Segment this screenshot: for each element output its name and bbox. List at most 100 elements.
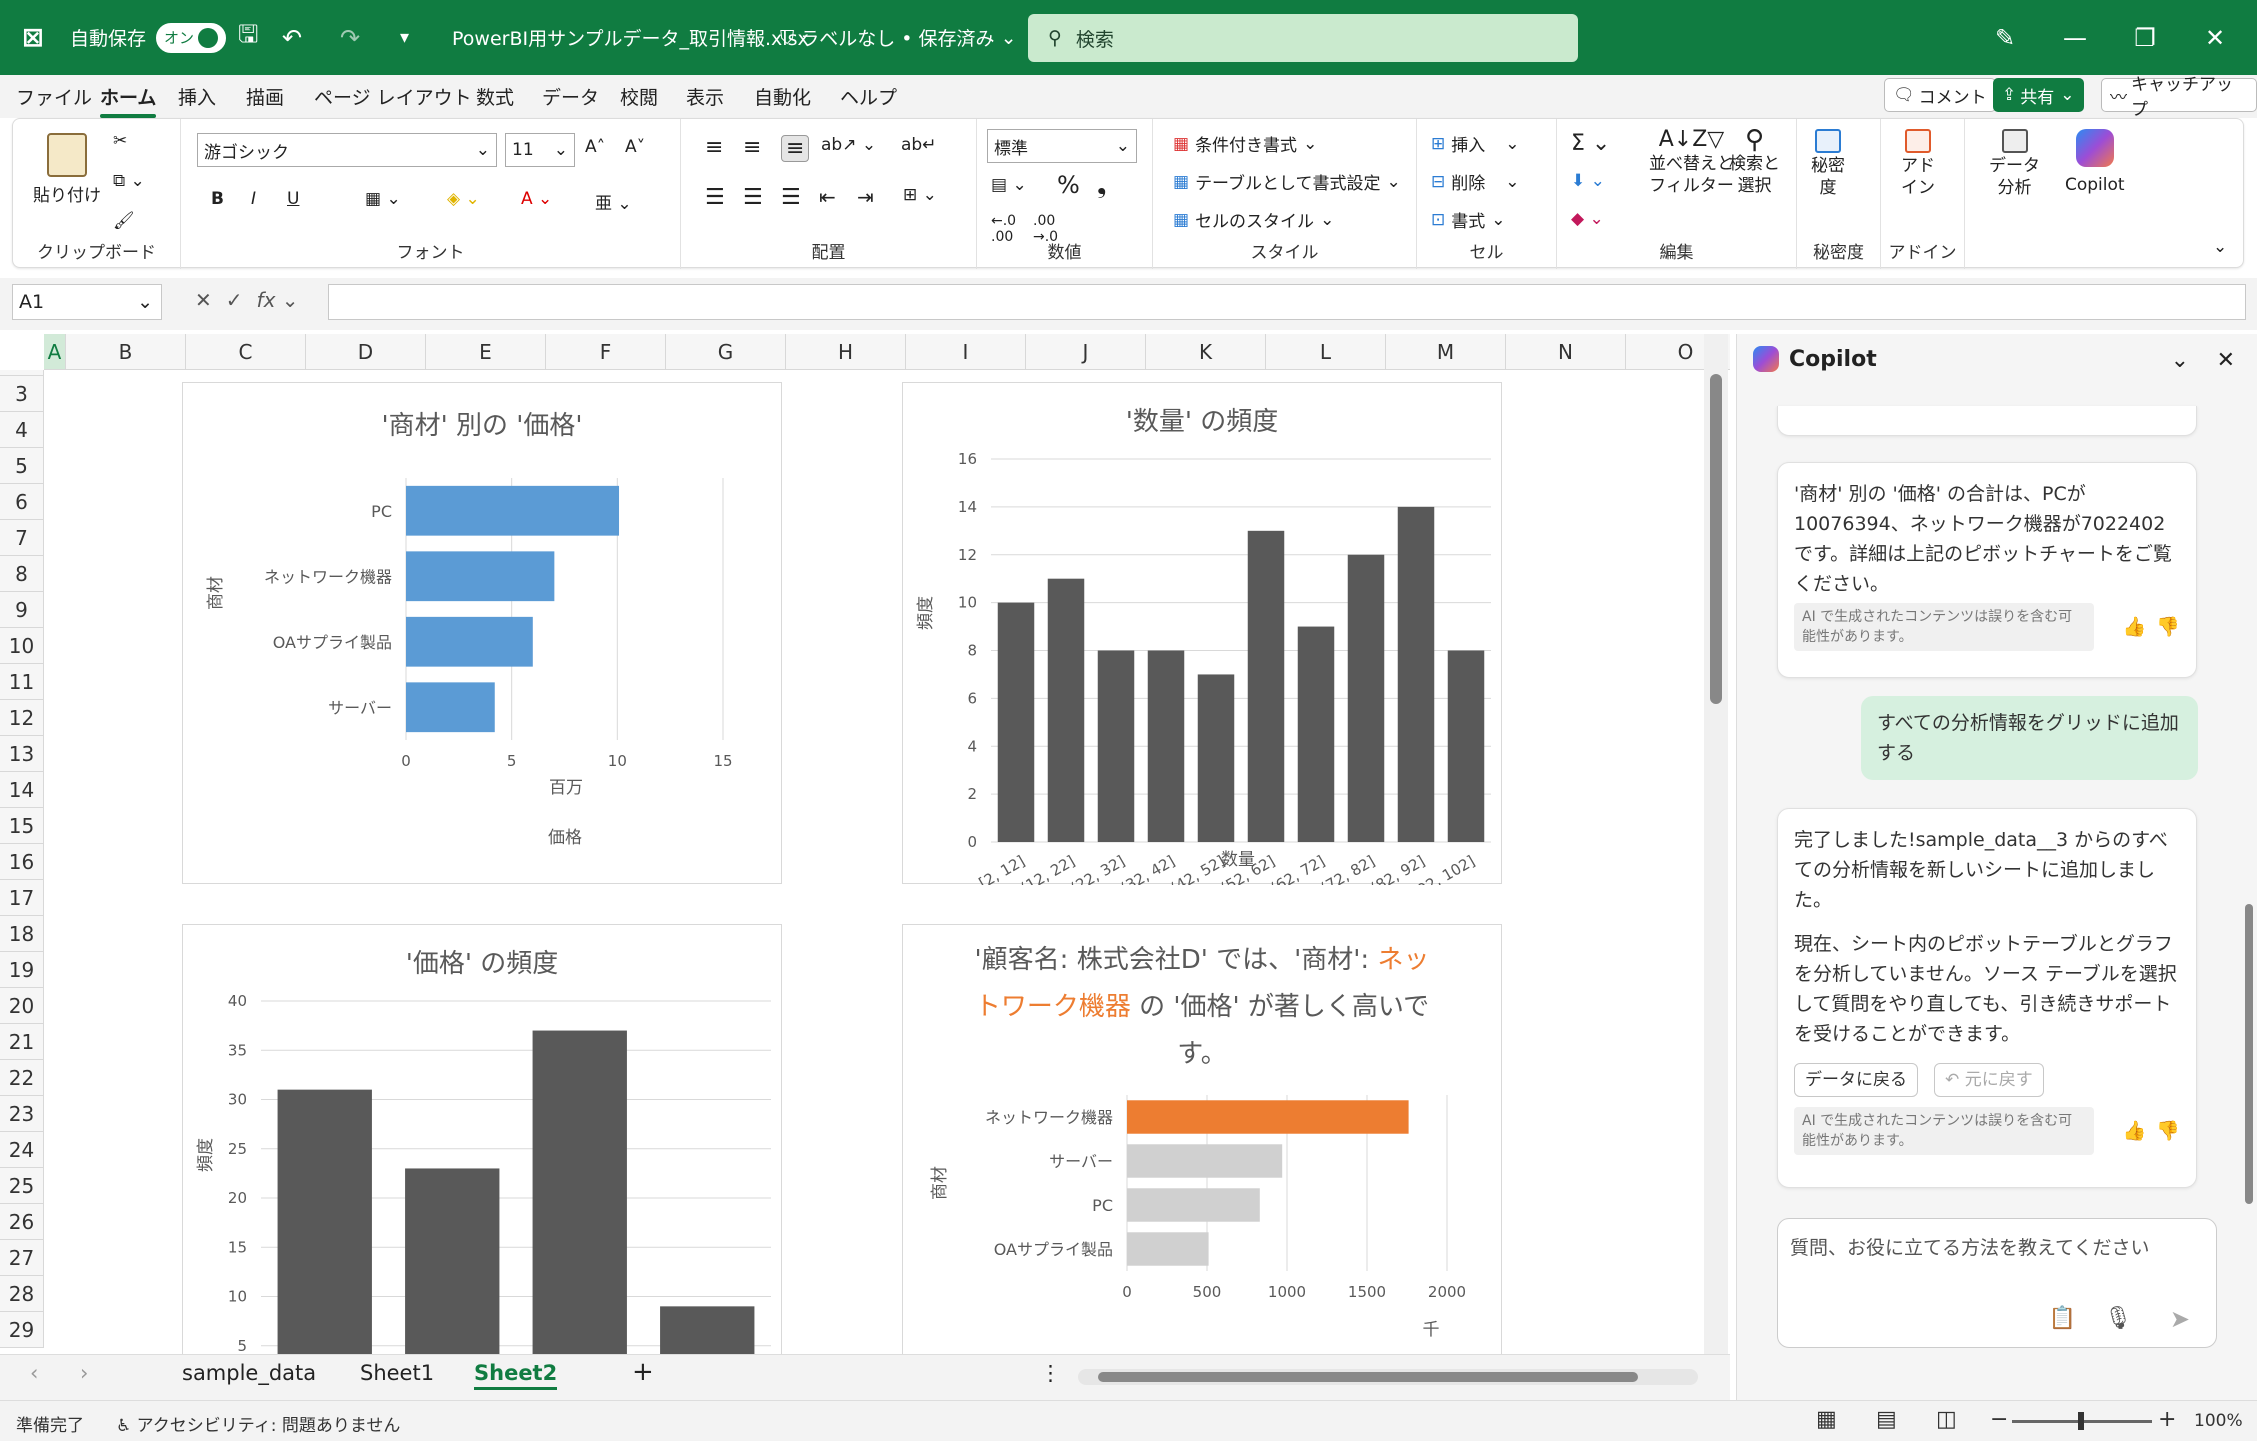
column-header-B[interactable]: B	[66, 334, 186, 370]
autosave[interactable]: 自動保存 オン	[70, 0, 227, 75]
format-as-table-button[interactable]: ▦ テーブルとして書式設定 ⌄	[1173, 169, 1401, 195]
row-header-13[interactable]: 13	[0, 736, 44, 772]
pane-scroll-thumb[interactable]	[2245, 904, 2253, 1204]
cell-styles-button[interactable]: ▦ セルのスタイル ⌄	[1173, 207, 1334, 233]
tab-review[interactable]: 校閲	[620, 83, 658, 110]
chart-price-by-product[interactable]: '商材' 別の '価格' 0 5 10 15 PC ネットワーク機器 OAサプライ製品 サーバ…	[182, 382, 782, 884]
prev-sheet-icon[interactable]: ‹	[30, 1361, 38, 1385]
undo-button[interactable]: ↶ 元に戻す	[1934, 1063, 2044, 1097]
row-header-4[interactable]: 4	[0, 412, 44, 448]
page-layout-view-icon[interactable]: ▤	[1876, 1407, 1897, 1432]
cancel-icon[interactable]: ✕	[195, 288, 212, 312]
column-header-G[interactable]: G	[666, 334, 786, 370]
row-header-17[interactable]: 17	[0, 880, 44, 916]
scroll-thumb[interactable]	[1710, 374, 1722, 704]
tab-data[interactable]: データ	[542, 83, 599, 110]
thumbs-up-icon[interactable]: 👍	[2123, 1116, 2147, 1146]
font-name-select[interactable]: 游ゴシック ⌄	[197, 133, 497, 167]
horizontal-scrollbar[interactable]	[1078, 1369, 1698, 1385]
redo-icon[interactable]: ↷	[340, 0, 360, 75]
row-header-16[interactable]: 16	[0, 844, 44, 880]
zoom-slider-thumb[interactable]	[2078, 1412, 2084, 1430]
row-header-8[interactable]: 8	[0, 556, 44, 592]
name-box[interactable]: A1 ⌄	[12, 284, 162, 320]
align-left-icon[interactable]: ☰	[705, 185, 725, 210]
sort-filter-button[interactable]: A↓Z▽ 並べ替えと フィルター	[1649, 129, 1734, 197]
orientation-icon[interactable]: ab↗ ⌄	[821, 135, 876, 155]
row-header-9[interactable]: 9	[0, 592, 44, 628]
row-header-26[interactable]: 26	[0, 1204, 44, 1240]
align-center-icon[interactable]: ☰	[743, 185, 763, 210]
enter-icon[interactable]: ✓	[226, 288, 243, 312]
number-format-select[interactable]: 標準 ⌄	[987, 129, 1137, 163]
chart-insight-customer-d[interactable]: '顧客名: 株式会社D' では、'商材': ネットワーク機器 の '価格' が著…	[902, 924, 1502, 1354]
row-header-20[interactable]: 20	[0, 988, 44, 1024]
comma-icon[interactable]: ❟	[1097, 171, 1106, 199]
row-header-24[interactable]: 24	[0, 1132, 44, 1168]
column-header-I[interactable]: I	[906, 334, 1026, 370]
file-name[interactable]: PowerBI用サンプルデータ_取引情報.xlsx	[452, 0, 809, 75]
autosum-icon[interactable]: Σ ⌄	[1571, 131, 1610, 156]
row-header-22[interactable]: 22	[0, 1060, 44, 1096]
align-right-icon[interactable]: ☰	[781, 185, 801, 210]
sensitivity-button[interactable]: 秘密 度	[1811, 129, 1845, 199]
row-header-5[interactable]: 5	[0, 448, 44, 484]
decrease-font-icon[interactable]: A˅	[625, 137, 645, 157]
column-header-K[interactable]: K	[1146, 334, 1266, 370]
delete-cells-button[interactable]: ⊟ 削除 ⌄	[1431, 169, 1520, 195]
column-header-J[interactable]: J	[1026, 334, 1146, 370]
tab-insert[interactable]: 挿入	[178, 83, 216, 110]
italic-button[interactable]: I	[251, 189, 256, 209]
align-bottom-icon[interactable]: ≡	[781, 135, 810, 162]
clear-icon[interactable]: ◆ ⌄	[1571, 209, 1604, 229]
chart-quantity-frequency[interactable]: '数量' の頻度 0 2 4 6 8 10 12 14 16 [2, 12] (12, 22] (22…	[902, 382, 1502, 885]
tab-help[interactable]: ヘルプ	[840, 83, 897, 110]
underline-button[interactable]: U	[287, 189, 299, 209]
format-painter-icon[interactable]: 🖌	[113, 211, 135, 231]
autosave-toggle[interactable]: オン	[156, 22, 227, 53]
find-select-button[interactable]: ⚲ 検索と 選択	[1729, 127, 1780, 197]
row-header-10[interactable]: 10	[0, 628, 44, 664]
row-header-18[interactable]: 18	[0, 916, 44, 952]
scroll-thumb[interactable]	[1098, 1372, 1638, 1382]
zoom-slider[interactable]	[2012, 1412, 2152, 1430]
formula-input[interactable]	[328, 284, 2246, 320]
decrease-indent-icon[interactable]: ⇤	[819, 185, 836, 209]
page-break-view-icon[interactable]: ◫	[1936, 1407, 1957, 1432]
sheet-tab-sheet2[interactable]: Sheet2	[474, 1361, 558, 1390]
font-color-icon[interactable]: A ⌄	[521, 189, 552, 209]
row-header-7[interactable]: 7	[0, 520, 44, 556]
row-header-25[interactable]: 25	[0, 1168, 44, 1204]
more-options-icon[interactable]: ⋮	[1040, 1361, 1061, 1385]
row-header-12[interactable]: 12	[0, 700, 44, 736]
microphone-icon[interactable]: 🎙	[2104, 1306, 2132, 1331]
catchup-button[interactable]: 〰キャッチアップ	[2101, 75, 2257, 120]
row-header-6[interactable]: 6	[0, 484, 44, 520]
tab-automate[interactable]: 自動化	[754, 83, 811, 110]
chevron-down-icon[interactable]: ⌄	[2171, 348, 2189, 373]
tab-view[interactable]: 表示	[686, 83, 724, 110]
tab-formulas[interactable]: 数式	[476, 83, 514, 110]
save-icon[interactable]: 🖫	[238, 0, 258, 75]
accessibility-status[interactable]: ♿ アクセシビリティ: 問題ありません	[116, 1411, 400, 1436]
align-top-icon[interactable]: ≡	[705, 135, 723, 160]
copilot-ribbon-button[interactable]: Copilot	[2065, 129, 2125, 195]
worksheet-grid[interactable]: ABCDEFGHIJKLMNO 3 4 5 6 7 8 9 10 11 12 13 14 15 16 17 1…	[0, 334, 1730, 1354]
chart-price-frequency[interactable]: '価格' の頻度 0510152025303540(167399, 317399…	[182, 924, 782, 1354]
column-header-C[interactable]: C	[186, 334, 306, 370]
comment-button[interactable]: 🗨 コメント	[1884, 78, 1996, 112]
row-header-21[interactable]: 21	[0, 1024, 44, 1060]
column-header-M[interactable]: M	[1386, 334, 1506, 370]
sheet-tab-sample-data[interactable]: sample_data	[182, 1361, 316, 1385]
minimize-button[interactable]: —	[2040, 0, 2110, 75]
copilot-input[interactable]: 質問、お役に立てる方法を教えてください 📋 🎙 ➤	[1777, 1218, 2217, 1348]
normal-view-icon[interactable]: ▦	[1816, 1407, 1837, 1432]
bold-button[interactable]: B	[211, 189, 224, 209]
add-sheet-button[interactable]: +	[632, 1357, 654, 1387]
paste-button[interactable]: 貼り付け	[33, 133, 101, 206]
quick-access-menu-icon[interactable]: ▾	[400, 0, 409, 75]
zoom-in-icon[interactable]: +	[2158, 1407, 2176, 1432]
row-header-19[interactable]: 19	[0, 952, 44, 988]
font-size-select[interactable]: 11 ⌄	[505, 133, 575, 167]
thumbs-down-icon[interactable]: 👎	[2156, 1116, 2180, 1146]
